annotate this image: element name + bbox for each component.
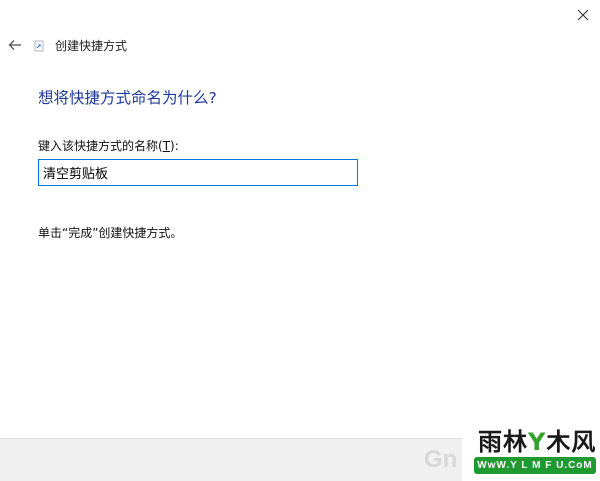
finish-hint: 单击“完成”创建快捷方式。 (38, 226, 183, 240)
watermark-url: WwW.Y L M F U.CoM (477, 460, 593, 471)
back-button[interactable] (4, 34, 26, 56)
back-arrow-icon (8, 40, 21, 50)
window-title: 创建快捷方式 (55, 39, 128, 53)
shortcut-name-label: 键入该快捷方式的名称(T): (38, 137, 179, 154)
label-suffix: ): (170, 139, 179, 153)
close-button[interactable] (570, 2, 596, 28)
shortcut-icon (34, 40, 44, 52)
create-shortcut-window: 创建快捷方式 想将快捷方式命名为什么? 键入该快捷方式的名称(T): 单击“完成… (0, 0, 600, 481)
watermark-url-bar: WwW.Y L M F U.CoM (474, 457, 596, 474)
label-prefix: 键入该快捷方式的名称( (38, 139, 163, 153)
watermark-brand-mark: Y (528, 428, 547, 456)
label-hotkey: T (162, 139, 171, 153)
watermark-brand-part2: 木风 (546, 428, 597, 456)
watermark-brand-part1: 雨林 (478, 428, 528, 456)
shortcut-name-input[interactable] (38, 159, 358, 186)
page-heading: 想将快捷方式命名为什么? (38, 89, 217, 107)
watermark-ghost-text: Gn (424, 446, 458, 473)
close-icon (577, 9, 589, 21)
watermark-brand: 雨林Y木风 (478, 422, 596, 457)
watermark-logo: Gn 雨林Y木风 WwW.Y L M F U.CoM (424, 416, 600, 481)
